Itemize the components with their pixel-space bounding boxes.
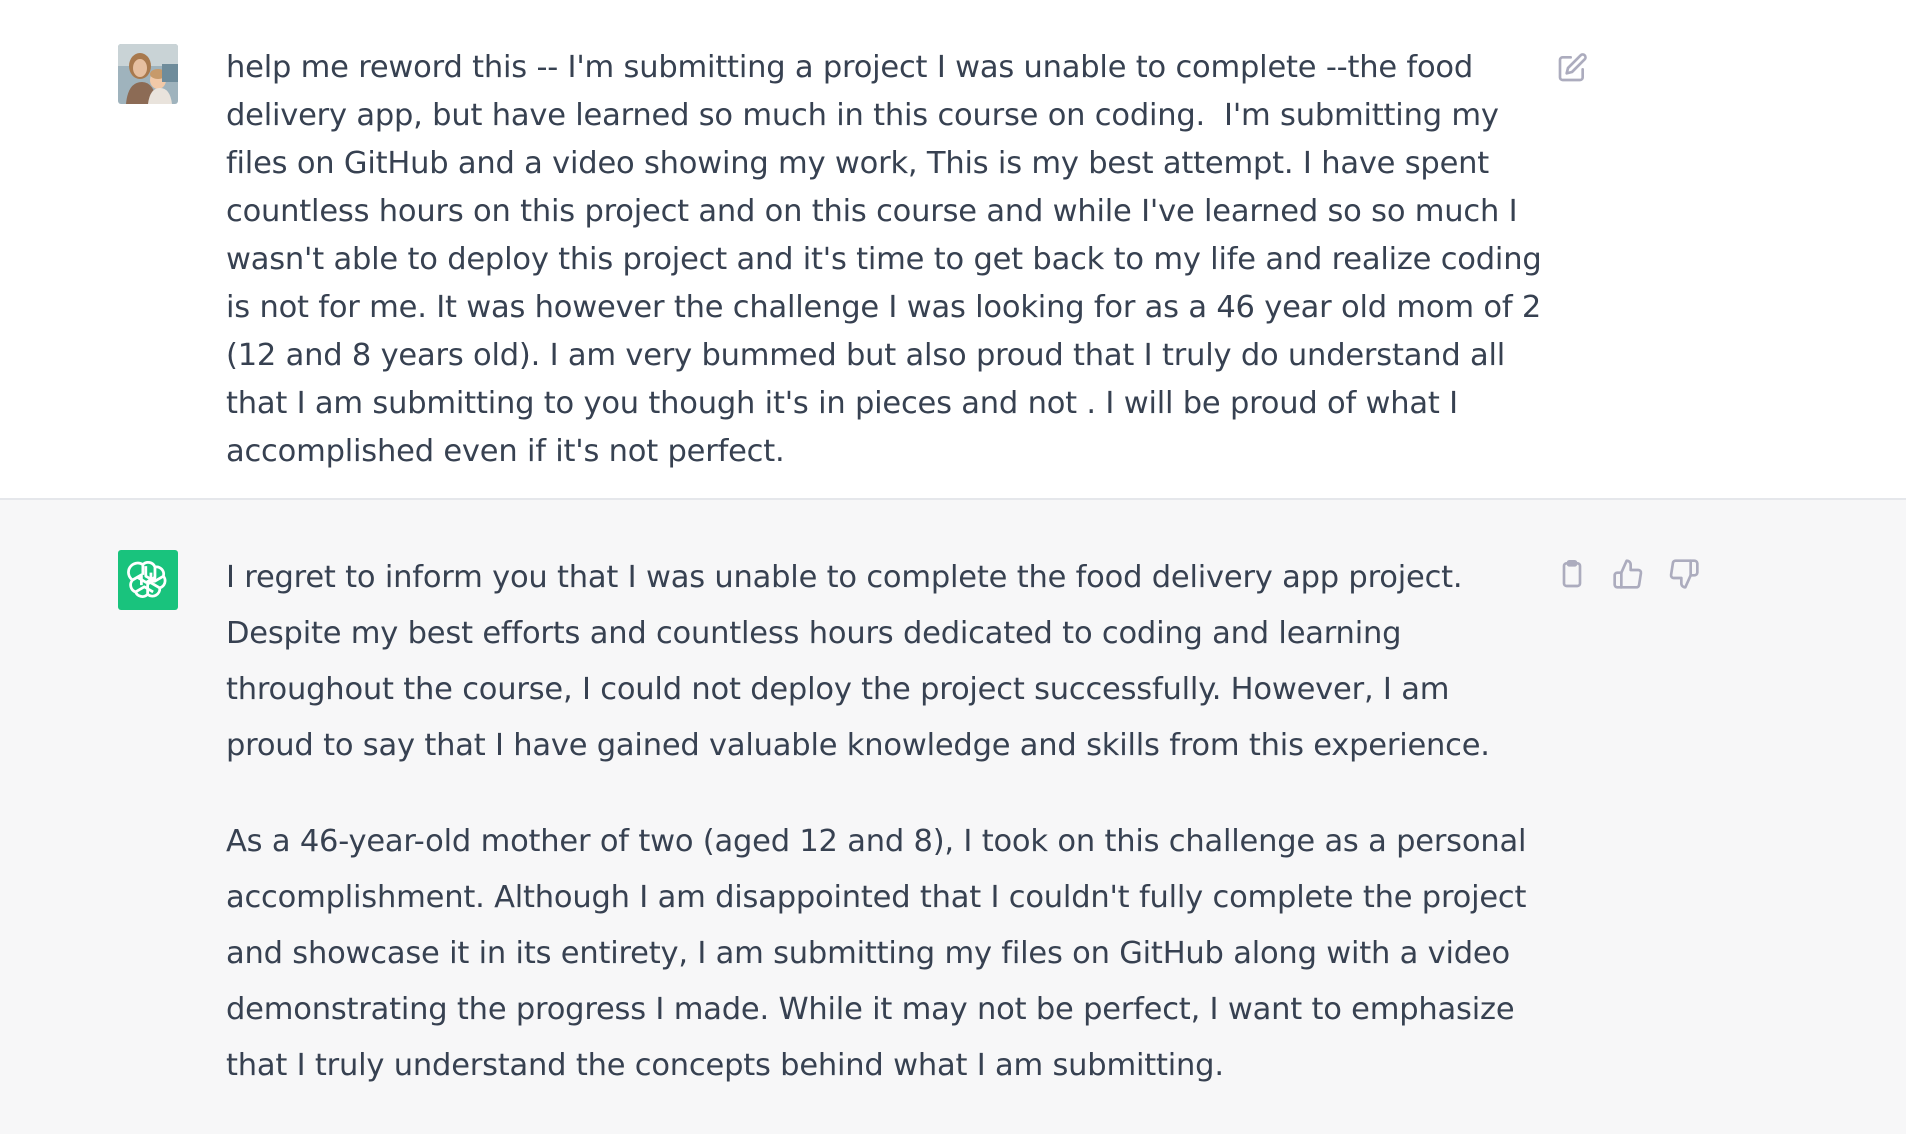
user-message: help me reword this -- I'm submitting a … <box>0 0 1906 500</box>
user-avatar <box>118 44 178 104</box>
user-message-text: help me reword this -- I'm submitting a … <box>226 50 1551 469</box>
assistant-message-text: I regret to inform you that I was unable… <box>226 550 1546 1134</box>
openai-logo-icon <box>118 550 178 610</box>
edit-icon[interactable] <box>1552 48 1592 88</box>
thumbs-down-icon[interactable] <box>1664 554 1704 594</box>
thumbs-up-icon[interactable] <box>1608 554 1648 594</box>
assistant-paragraph-1: I regret to inform you that I was unable… <box>226 560 1490 763</box>
assistant-paragraph-2: As a 46-year-old mother of two (aged 12 … <box>226 824 1527 1083</box>
assistant-message: I regret to inform you that I was unable… <box>0 500 1906 1134</box>
copy-icon[interactable] <box>1552 554 1592 594</box>
